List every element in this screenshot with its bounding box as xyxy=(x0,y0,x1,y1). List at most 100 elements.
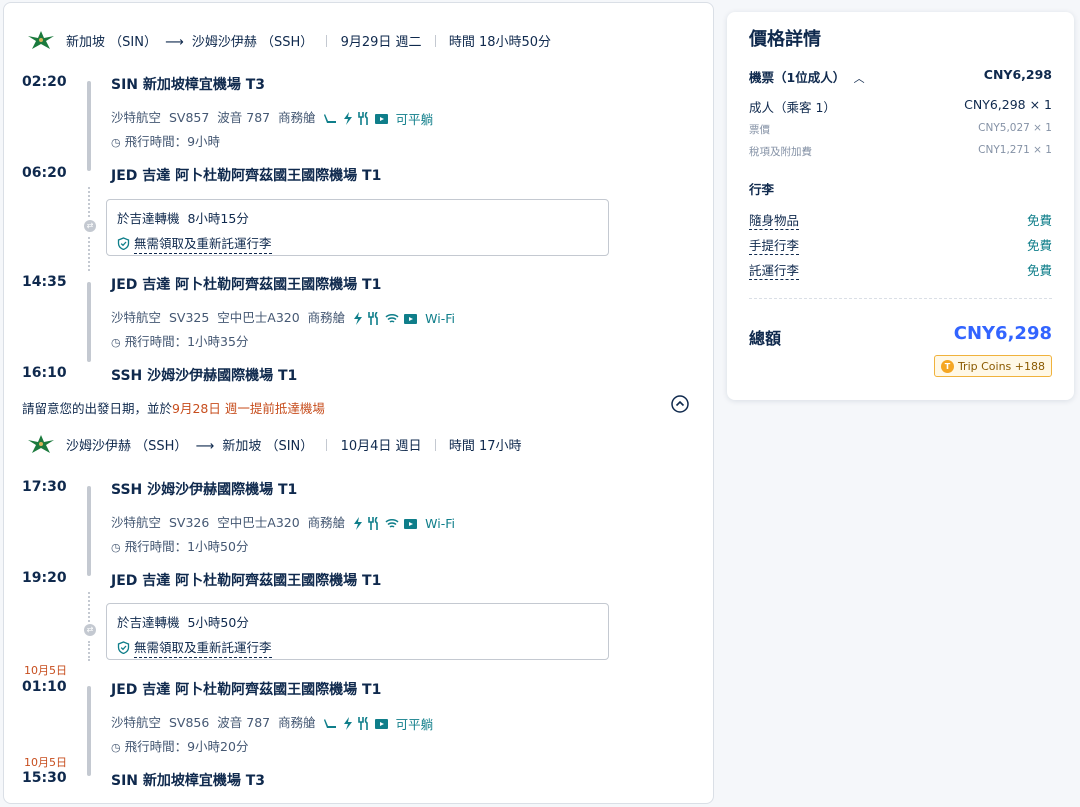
baggage-value: 免費 xyxy=(1026,238,1052,253)
transfer-dots xyxy=(88,641,90,661)
entertainment-icon xyxy=(404,314,418,324)
arr-time: 16:10 xyxy=(22,365,67,381)
flight-number: SV325 xyxy=(168,310,210,325)
transfer-box: 於吉達轉機 5小時50分 無需領取及重新託運行李 xyxy=(106,603,609,660)
seat-icon xyxy=(323,718,336,728)
baggage-info-link[interactable]: 無需領取及重新託運行李 xyxy=(117,637,272,658)
arr-airport: SIN 新加坡樟宜機場 T3 xyxy=(111,773,266,789)
airline-name: 沙特航空 xyxy=(111,715,162,730)
power-icon xyxy=(343,717,352,730)
meal-icon xyxy=(357,112,368,125)
power-icon xyxy=(354,517,363,530)
amenity-label: Wi-Fi xyxy=(425,516,455,531)
arr-time: 15:30 xyxy=(22,770,67,786)
transfer-time: 8小時15分 xyxy=(187,211,249,226)
entertainment-icon xyxy=(374,719,388,729)
baggage-text: 無需領取及重新託運行李 xyxy=(134,637,272,658)
airline-name: 沙特航空 xyxy=(111,515,162,530)
baggage-item-carryon[interactable]: 手提行李 xyxy=(749,235,800,255)
amenity-label: 可平躺 xyxy=(395,112,434,127)
baggage-text: 無需領取及重新託運行李 xyxy=(134,233,272,254)
tax-label: 稅項及附加費 xyxy=(749,146,812,158)
transfer-text: 於吉達轉機 xyxy=(117,211,180,226)
return-header: 沙姆沙伊赫 （SSH） ⟶ 新加坡 （SIN） 10月4日 週日 時間 17小時 xyxy=(66,435,522,454)
trip-coins-badge: T Trip Coins +188 xyxy=(933,355,1052,377)
flight-info: 沙特航空 SV326 空中巴士A320 商務艙 Wi-Fi xyxy=(111,512,455,531)
entertainment-icon xyxy=(374,114,388,124)
adult-label: 成人（乘客 1） xyxy=(749,100,836,115)
baggage-title: 行李 xyxy=(749,182,775,197)
transfer-dots xyxy=(88,592,90,622)
dep-time: 02:20 xyxy=(22,74,67,90)
cabin-class: 商務艙 xyxy=(278,110,316,125)
outbound-date: 9月29日 週二 xyxy=(340,35,422,50)
tax-value: CNY1,271 × 1 xyxy=(978,144,1052,156)
transfer-box: 於吉達轉機 8小時15分 無需領取及重新託運行李 xyxy=(106,199,609,256)
return-from: 沙姆沙伊赫 （SSH） xyxy=(66,439,188,454)
arr-airport: SSH 沙姆沙伊赫國際機場 T1 xyxy=(111,368,298,384)
amenity-label: Wi-Fi xyxy=(425,311,455,326)
transfer-time: 5小時50分 xyxy=(187,615,249,630)
aircraft: 空中巴士A320 xyxy=(217,310,300,325)
cabin-class: 商務艙 xyxy=(307,310,346,325)
itinerary-panel: 新加坡 （SIN） ⟶ 沙姆沙伊赫 （SSH） 9月29日 週二 時間 18小時… xyxy=(3,2,714,804)
airline-name: 沙特航空 xyxy=(111,310,162,325)
power-icon xyxy=(343,112,352,125)
amenity-label: 可平躺 xyxy=(395,717,434,732)
transfer-text: 於吉達轉機 xyxy=(117,615,180,630)
shield-icon xyxy=(117,641,130,654)
dep-date: 10月5日 xyxy=(24,664,67,677)
clock-icon: ◷ xyxy=(111,336,121,349)
arr-date: 10月5日 xyxy=(24,756,67,769)
dep-time: 01:10 xyxy=(22,679,67,695)
flight-duration: ◷ 飛行時間：9小時20分 xyxy=(111,739,249,754)
flight-info: 沙特航空 SV856 波音 787 商務艙 可平躺 xyxy=(111,712,433,733)
fare-label: 票價 xyxy=(749,124,770,136)
flight-duration: ◷ 飛行時間：1小時50分 xyxy=(111,539,249,554)
ticket-toggle[interactable]: 機票（1位成人） ︿ xyxy=(749,67,865,86)
baggage-item-personal[interactable]: 隨身物品 xyxy=(749,210,800,230)
flight-info: 沙特航空 SV325 空中巴士A320 商務艙 Wi-Fi xyxy=(111,307,455,326)
aircraft: 波音 787 xyxy=(217,110,271,125)
flight-number: SV326 xyxy=(168,515,210,530)
baggage-value: 免費 xyxy=(1026,263,1052,278)
airline-name: 沙特航空 xyxy=(111,110,162,125)
chevron-up-icon xyxy=(671,395,689,413)
meal-icon xyxy=(368,517,378,530)
transfer-dots xyxy=(88,237,90,271)
clock-icon: ◷ xyxy=(111,741,121,754)
arr-airport: JED 吉達 阿卜杜勒阿齊茲國王國際機場 T1 xyxy=(111,573,382,589)
cabin-class: 商務艙 xyxy=(307,515,346,530)
arr-airport: JED 吉達 阿卜杜勒阿齊茲國王國際機場 T1 xyxy=(111,168,382,184)
baggage-info-link[interactable]: 無需領取及重新託運行李 xyxy=(117,233,272,254)
divider xyxy=(749,298,1052,299)
coin-icon: T xyxy=(940,359,954,373)
chevron-up-icon: ︿ xyxy=(853,72,865,85)
flight-line xyxy=(87,486,91,576)
entertainment-icon xyxy=(404,519,418,529)
arrow-right-icon: ⟶ xyxy=(165,35,184,50)
baggage-item-checked[interactable]: 託運行李 xyxy=(749,260,800,280)
shield-icon xyxy=(117,237,130,250)
ticket-total: CNY6,298 xyxy=(983,67,1052,82)
notice-date: 9月28日 週一提前抵達機場 xyxy=(172,401,325,416)
clock-icon: ◷ xyxy=(111,136,121,149)
total-value: CNY6,298 xyxy=(953,323,1052,344)
outbound-duration: 時間 18小時50分 xyxy=(448,35,552,50)
dep-airport: JED 吉達 阿卜杜勒阿齊茲國王國際機場 T1 xyxy=(111,682,382,698)
transfer-dots xyxy=(88,187,90,217)
flight-number: SV856 xyxy=(168,715,210,730)
flight-info: 沙特航空 SV857 波音 787 商務艙 可平躺 xyxy=(111,107,433,128)
dep-time: 17:30 xyxy=(22,479,67,495)
cabin-class: 商務艙 xyxy=(278,715,316,730)
transfer-icon: ⇄ xyxy=(84,624,96,636)
flight-line xyxy=(87,81,91,171)
collapse-button[interactable] xyxy=(671,395,689,417)
power-icon xyxy=(354,312,363,325)
transfer-icon: ⇄ xyxy=(84,220,96,232)
outbound-header: 新加坡 （SIN） ⟶ 沙姆沙伊赫 （SSH） 9月29日 週二 時間 18小時… xyxy=(66,31,551,50)
baggage-value: 免費 xyxy=(1026,213,1052,228)
airline-logo xyxy=(26,28,56,56)
departure-notice: 請留意您的出發日期，並於9月28日 週一提前抵達機場 xyxy=(22,401,325,416)
aircraft: 波音 787 xyxy=(217,715,271,730)
